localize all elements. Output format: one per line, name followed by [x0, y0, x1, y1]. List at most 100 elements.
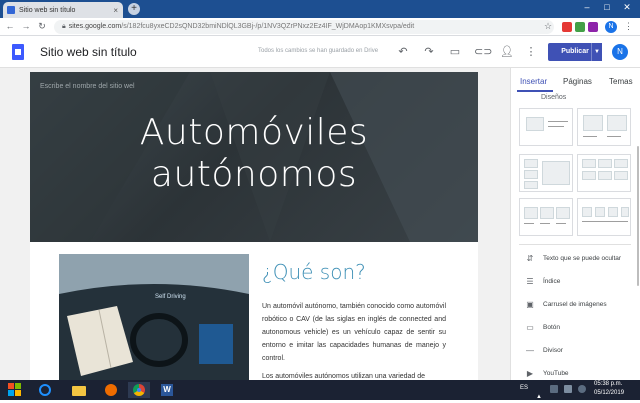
browser-tab-strip: Sitio web sin título × + – □ ✕ — [0, 0, 640, 18]
insert-item-image-carousel[interactable]: ▣ Carrusel de imágenes — [511, 294, 637, 316]
self-driving-car-image[interactable]: Self Driving — [59, 254, 249, 380]
active-tab-indicator — [517, 90, 553, 92]
layout-image-placeholder — [582, 159, 596, 168]
word-icon[interactable]: W — [156, 382, 178, 398]
maximize-button[interactable]: □ — [600, 2, 614, 12]
layout-image-placeholder — [598, 159, 612, 168]
layout-image-placeholder — [607, 115, 627, 131]
back-arrow-icon[interactable]: ← — [4, 21, 16, 31]
minimize-button[interactable]: – — [580, 2, 594, 12]
account-avatar[interactable]: N — [612, 44, 628, 60]
bookmark-star-icon[interactable]: ☆ — [544, 21, 552, 32]
forward-arrow-icon[interactable]: → — [20, 21, 32, 31]
content-section[interactable]: Self Driving ¿Qué son? Un automóvil autó… — [30, 242, 478, 380]
layout-image-placeholder — [524, 207, 538, 219]
hero-title[interactable]: Automóviles autónomos — [30, 112, 478, 196]
browser-menu-icon[interactable]: ⋮ — [624, 21, 633, 32]
copy-link-icon[interactable]: ⊂⊃ — [474, 45, 492, 58]
car-interior-illustration — [59, 254, 249, 380]
hero-banner[interactable]: Escribe el nombre del sitio wel Automóvi… — [30, 72, 478, 242]
internet-explorer-icon[interactable] — [34, 382, 56, 398]
insert-item-label: Texto que se puede ocultar — [543, 255, 622, 262]
layout-image-placeholder — [524, 181, 538, 189]
insert-item-label: Botón — [543, 324, 560, 331]
input-language[interactable]: ES — [520, 385, 528, 391]
layout-image-placeholder — [582, 171, 596, 180]
browser-toolbar: ← → ↻ 🔒︎ sites.google.com/s/182fcu8yxeCD2… — [0, 18, 640, 36]
insert-item-label: Carrusel de imágenes — [543, 301, 607, 308]
layout-image-placeholder — [556, 207, 570, 219]
tab-paginas[interactable]: Páginas — [563, 77, 592, 86]
layout-image-placeholder — [526, 117, 544, 131]
tab-title: Sitio web sin título — [19, 6, 76, 14]
insert-item-divider[interactable]: — Divisor — [511, 340, 637, 362]
browser-tab[interactable]: Sitio web sin título × — [3, 2, 123, 18]
tab-temas[interactable]: Temas — [609, 77, 633, 86]
network-icon[interactable] — [550, 385, 558, 393]
publish-options-chevron-icon[interactable]: ▼ — [591, 43, 602, 61]
layout-option[interactable] — [519, 198, 573, 236]
divider-icon: — — [526, 346, 534, 355]
redo-icon[interactable]: ↷ — [422, 45, 436, 58]
layout-image-placeholder — [595, 207, 605, 217]
layout-text-line — [582, 221, 628, 222]
save-status: Todos los cambios se han guardado en Dri… — [258, 48, 379, 54]
layout-image-placeholder — [614, 159, 628, 168]
tab-close-icon[interactable]: × — [113, 6, 118, 15]
url-path: /s/182fcu8yxeCD2sQND32bmiNDlQL3GBj-/p/1N… — [121, 23, 415, 30]
section-heading[interactable]: ¿Qué son? — [262, 260, 366, 284]
url-host: sites.google.com — [68, 23, 122, 30]
layout-text-line — [607, 136, 621, 137]
layout-image-placeholder — [614, 171, 628, 180]
panel-scrollbar[interactable] — [637, 146, 639, 286]
volume-icon[interactable] — [578, 385, 586, 393]
file-explorer-icon[interactable] — [68, 382, 90, 398]
layout-option[interactable] — [519, 108, 573, 146]
insert-item-label: YouTube — [543, 370, 569, 377]
undo-icon[interactable]: ↶ — [396, 45, 410, 58]
site-name-placeholder[interactable]: Escribe el nombre del sitio wel — [40, 83, 135, 90]
new-tab-button[interactable]: + — [128, 3, 140, 15]
media-player-icon[interactable] — [100, 382, 122, 398]
insert-item-table-of-contents[interactable]: ☰ Índice — [511, 271, 637, 293]
close-window-button[interactable]: ✕ — [620, 2, 634, 13]
insert-item-button[interactable]: ▭ Botón — [511, 317, 637, 339]
extension-icon[interactable] — [562, 22, 572, 32]
image-caption: Self Driving — [155, 294, 186, 300]
paragraph-2[interactable]: Los automóviles autónomos utilizan una v… — [262, 370, 446, 380]
site-document-title[interactable]: Sitio web sin título — [40, 45, 137, 59]
more-options-icon[interactable]: ⋮ — [524, 45, 538, 58]
windows-taskbar: W ES ▲ 05:38 p.m. 05/12/2019 — [0, 380, 640, 400]
layout-image-placeholder — [540, 207, 554, 219]
layout-option[interactable] — [577, 108, 631, 146]
layout-option[interactable] — [519, 154, 573, 192]
preview-devices-icon[interactable]: ▭ — [448, 45, 462, 58]
layout-option[interactable] — [577, 198, 631, 236]
insert-item-label: Divisor — [543, 347, 563, 354]
browser-profile-avatar[interactable]: N — [605, 21, 617, 33]
extension-check-icon[interactable] — [575, 22, 585, 32]
insert-item-collapsible-text[interactable]: ⇵ Texto que se puede ocultar — [511, 248, 637, 270]
layout-option[interactable] — [577, 154, 631, 192]
clock-date[interactable]: 05/12/2019 — [594, 390, 624, 396]
hero-title-line-1: Automóviles — [139, 112, 369, 153]
clock-time[interactable]: 05:38 p.m. — [594, 381, 622, 387]
layouts-section-label: Diseños — [541, 94, 567, 101]
google-sites-favicon-icon — [7, 6, 15, 14]
google-sites-logo-icon[interactable] — [12, 44, 24, 60]
layout-image-placeholder — [582, 207, 592, 217]
address-bar[interactable]: 🔒︎ sites.google.com/s/182fcu8yxeCD2sQND32… — [54, 20, 554, 34]
reload-icon[interactable]: ↻ — [36, 21, 48, 32]
share-add-person-icon[interactable]: 👤︎ — [500, 45, 514, 58]
panel-tabs: Insertar Páginas Temas — [511, 68, 640, 92]
battery-icon[interactable] — [564, 385, 572, 393]
insert-item-youtube[interactable]: ▶ YouTube — [511, 363, 637, 380]
paragraph-1[interactable]: Un automóvil autónomo, también conocido … — [262, 300, 446, 365]
tray-expand-icon[interactable]: ▲ — [536, 385, 544, 400]
windows-start-icon[interactable] — [8, 383, 22, 397]
insert-panel: Insertar Páginas Temas Diseños ⇵ Texto q… — [510, 68, 640, 380]
collapsible-text-icon: ⇵ — [526, 254, 534, 263]
chrome-icon[interactable] — [128, 382, 150, 398]
extension-puzzle-icon[interactable] — [588, 22, 598, 32]
tab-insertar[interactable]: Insertar — [520, 77, 547, 86]
